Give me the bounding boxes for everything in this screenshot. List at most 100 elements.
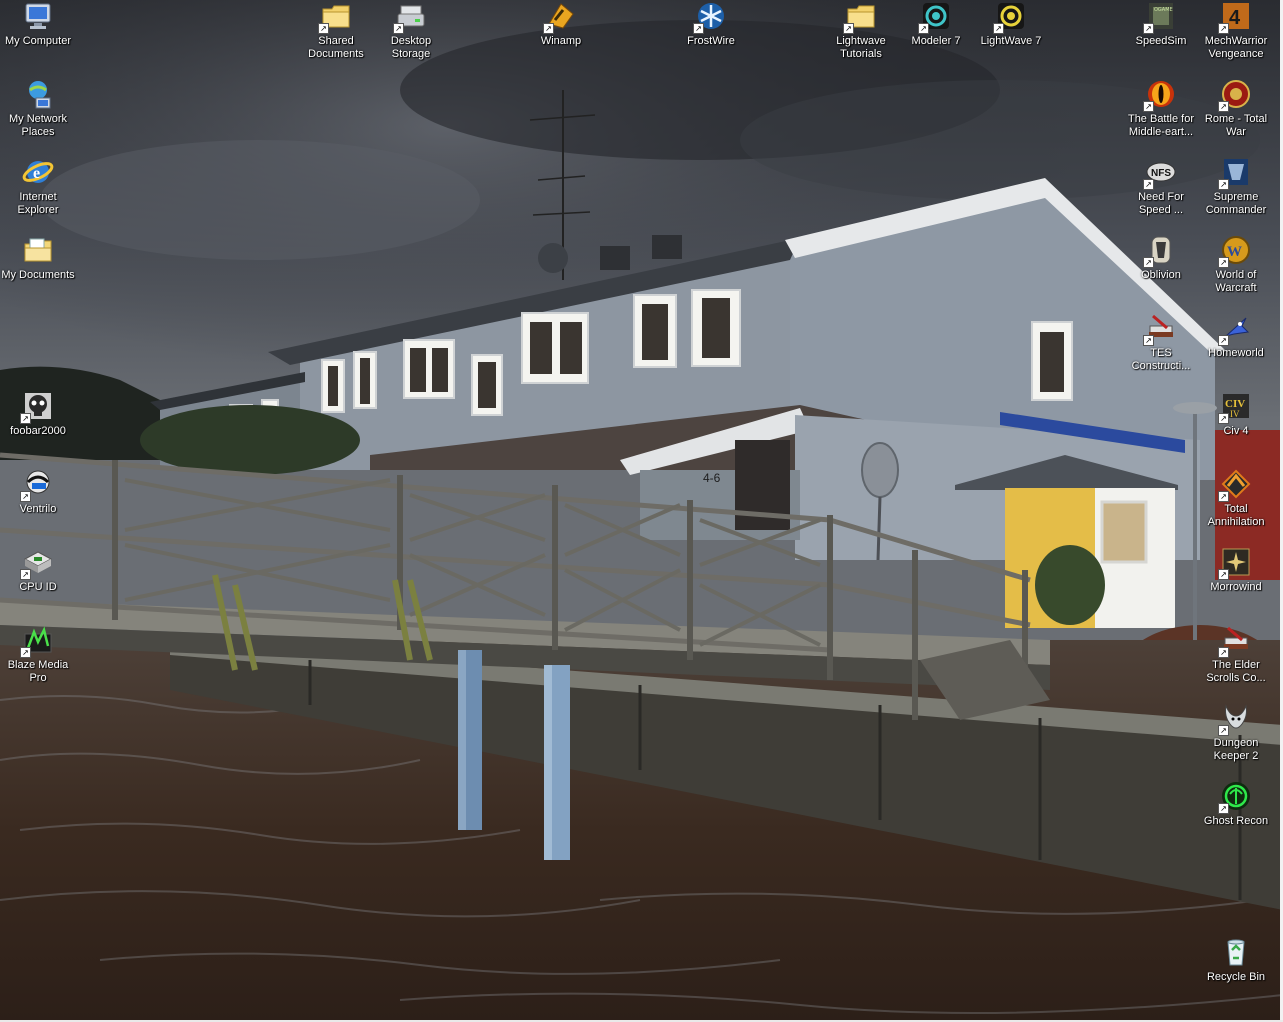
svg-text:4: 4 — [1229, 7, 1241, 29]
desktop-icon-homeworld[interactable]: ↗ Homeworld — [1198, 312, 1274, 360]
desktop-icon-label: Civ 4 — [1223, 425, 1249, 437]
desktop-icon-label: My Network Places — [8, 113, 68, 138]
shortcut-arrow-icon: ↗ — [993, 23, 1004, 34]
desktop-icon-desktop-storage[interactable]: ↗ Desktop Storage — [373, 0, 449, 61]
desktop-icon-internet-explorer[interactable]: e Internet Explorer — [0, 156, 76, 217]
desktop-icon-label: World of Warcraft — [1215, 269, 1257, 294]
desktop-icon-speedsim[interactable]: OGAME ↗ SpeedSim — [1123, 0, 1199, 48]
shortcut-arrow-icon: ↗ — [1218, 413, 1229, 424]
desktop-icon-label: FrostWire — [687, 35, 735, 47]
shortcut-arrow-icon: ↗ — [1218, 335, 1229, 346]
shortcut-arrow-icon: ↗ — [1218, 647, 1229, 658]
desktop-icon-my-documents[interactable]: My Documents — [0, 234, 76, 282]
desktop-icon-label: SpeedSim — [1135, 35, 1187, 47]
desktop-icon-label: Total Annihilation — [1207, 503, 1265, 528]
desktop-icon-shared-documents[interactable]: ↗ Shared Documents — [298, 0, 374, 61]
desktop-icon-rome-total-war[interactable]: ↗ Rome - Total War — [1198, 78, 1274, 139]
recycle-bin-icon — [1220, 936, 1252, 968]
mechwarrior-icon: 4 ↗ — [1218, 0, 1252, 34]
desktop-icon-label: foobar2000 — [10, 425, 66, 437]
desktop-icon-civ-4[interactable]: CIV IV ↗ Civ 4 — [1198, 390, 1274, 438]
chip-icon: ↗ — [20, 546, 54, 580]
desktop-icon-my-computer[interactable]: My Computer — [0, 0, 76, 48]
lightwave-modeler-icon: ↗ — [918, 0, 952, 34]
hammer-icon: ↗ — [1143, 312, 1177, 346]
desktop-icon-battle-for-middle-earth[interactable]: ↗ The Battle for Middle-eart... — [1123, 78, 1199, 139]
headset-icon: ↗ — [20, 468, 54, 502]
desktop-icon-lightwave-tutorials[interactable]: ↗ Lightwave Tutorials — [823, 0, 899, 61]
hammer-icon: ↗ — [1218, 624, 1252, 658]
morrowind-icon: ↗ — [1218, 546, 1252, 580]
desktop-icon-frostwire[interactable]: ↗ FrostWire — [673, 0, 749, 48]
wow-icon: W ↗ — [1218, 234, 1252, 268]
shortcut-arrow-icon: ↗ — [1218, 179, 1229, 190]
shortcut-arrow-icon: ↗ — [1218, 491, 1229, 502]
svg-text:e: e — [33, 165, 40, 182]
desktop-icon-ventrilo[interactable]: ↗ Ventrilo — [0, 468, 76, 516]
shortcut-arrow-icon: ↗ — [843, 23, 854, 34]
ship-icon: ↗ — [1218, 312, 1252, 346]
desktop-icon-oblivion[interactable]: ↗ Oblivion — [1123, 234, 1199, 282]
shortcut-arrow-icon: ↗ — [20, 569, 31, 580]
shortcut-arrow-icon: ↗ — [1143, 101, 1154, 112]
desktop-icon-foobar2000[interactable]: ↗ foobar2000 — [0, 390, 76, 438]
desktop-icon-winamp[interactable]: ↗ Winamp — [523, 0, 599, 48]
desktop-icon-label: Ventrilo — [19, 503, 57, 515]
shortcut-arrow-icon: ↗ — [693, 23, 704, 34]
desktop-wallpaper: 4-6 — [0, 0, 1283, 1022]
rome-icon: ↗ — [1218, 78, 1252, 112]
shortcut-arrow-icon: ↗ — [1143, 179, 1154, 190]
skull-icon: ↗ — [20, 390, 54, 424]
desktop-icon-label: Internet Explorer — [17, 191, 59, 216]
desktop-icon-need-for-speed[interactable]: NFS ↗ Need For Speed ... — [1123, 156, 1199, 217]
shortcut-arrow-icon: ↗ — [918, 23, 929, 34]
shortcut-arrow-icon: ↗ — [1218, 569, 1229, 580]
shortcut-arrow-icon: ↗ — [543, 23, 554, 34]
folder-icon: ↗ — [843, 0, 877, 34]
desktop-icon-label: Winamp — [540, 35, 582, 47]
speedsim-icon: OGAME ↗ — [1143, 0, 1177, 34]
desktop-icon-my-network-places[interactable]: My Network Places — [0, 78, 76, 139]
shortcut-arrow-icon: ↗ — [1218, 803, 1229, 814]
drive-icon: ↗ — [393, 0, 427, 34]
desktop-icon-label: Rome - Total War — [1204, 113, 1268, 138]
desktop-icon-label: My Documents — [1, 269, 75, 281]
desktop-icon-modeler-7[interactable]: ↗ Modeler 7 — [898, 0, 974, 48]
nfs-icon: NFS ↗ — [1143, 156, 1177, 190]
desktop-icon-morrowind[interactable]: ↗ Morrowind — [1198, 546, 1274, 594]
desktop-icon-label: Blaze Media Pro — [7, 659, 69, 684]
desktop-icon-total-annihilation[interactable]: ↗ Total Annihilation — [1198, 468, 1274, 529]
media-icon: ↗ — [20, 624, 54, 658]
svg-text:IV: IV — [1230, 409, 1240, 419]
desktop-icon-label: Desktop Storage — [390, 35, 432, 60]
desktop-icon-blaze-media-pro[interactable]: ↗ Blaze Media Pro — [0, 624, 76, 685]
house-number-text: 4-6 — [703, 471, 721, 485]
lightwave-icon: ↗ — [993, 0, 1027, 34]
desktop-icon-label: Recycle Bin — [1206, 971, 1266, 983]
desktop-icon-label: Need For Speed ... — [1138, 191, 1184, 216]
svg-text:W: W — [1227, 244, 1242, 260]
desktop-icon-ghost-recon[interactable]: ↗ Ghost Recon — [1198, 780, 1274, 828]
desktop-icon-cpu-id[interactable]: ↗ CPU ID — [0, 546, 76, 594]
desktop-icon-mechwarrior-vengeance[interactable]: 4 ↗ MechWarrior Vengeance — [1198, 0, 1274, 61]
shortcut-arrow-icon: ↗ — [1143, 257, 1154, 268]
monitor-icon — [22, 0, 54, 32]
desktop-icon-elder-scrolls-construction[interactable]: ↗ The Elder Scrolls Co... — [1198, 624, 1274, 685]
desktop-icon-supreme-commander[interactable]: ↗ Supreme Commander — [1198, 156, 1274, 217]
desktop-icon-dungeon-keeper-2[interactable]: ↗ Dungeon Keeper 2 — [1198, 702, 1274, 763]
ie-icon: e — [22, 156, 54, 188]
shortcut-arrow-icon: ↗ — [20, 491, 31, 502]
desktop-icon-label: LightWave 7 — [980, 35, 1042, 47]
shortcut-arrow-icon: ↗ — [1218, 257, 1229, 268]
supcom-icon: ↗ — [1218, 156, 1252, 190]
desktop-icon-label: TES Constructi... — [1131, 347, 1191, 372]
desktop-icon-tes-construction-set[interactable]: ↗ TES Constructi... — [1123, 312, 1199, 373]
desktop-icon-lightwave-7[interactable]: ↗ LightWave 7 — [973, 0, 1049, 48]
desktop-icon-label: MechWarrior Vengeance — [1204, 35, 1268, 60]
svg-text:OGAME: OGAME — [1154, 7, 1173, 13]
desktop-icon-label: Homeworld — [1208, 347, 1264, 359]
shortcut-arrow-icon: ↗ — [393, 23, 404, 34]
eye-icon: ↗ — [1143, 78, 1177, 112]
desktop-icon-world-of-warcraft[interactable]: W ↗ World of Warcraft — [1198, 234, 1274, 295]
desktop-icon-recycle-bin[interactable]: Recycle Bin — [1198, 936, 1274, 984]
